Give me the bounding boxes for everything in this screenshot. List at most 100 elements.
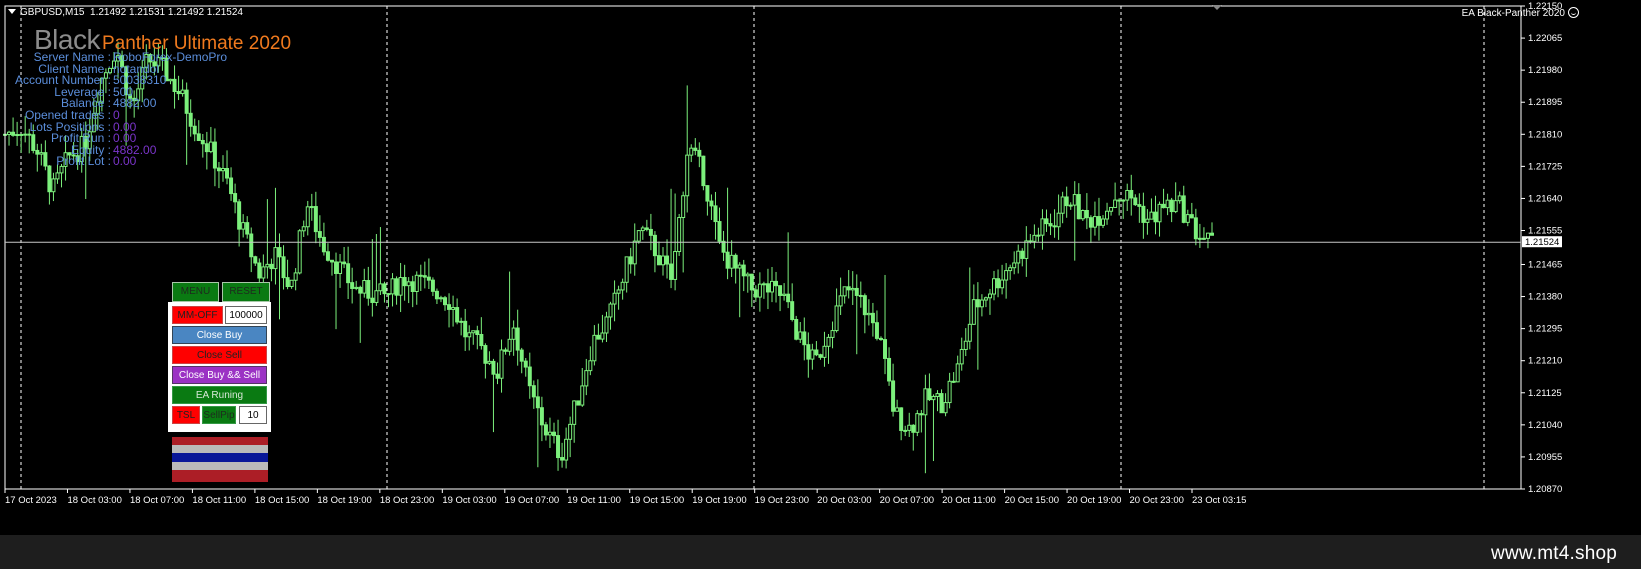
candle-body: [503, 349, 508, 352]
candle-body: [1169, 199, 1174, 213]
smile-icon[interactable]: [1568, 7, 1579, 18]
candle-body: [1153, 211, 1158, 223]
candle-body: [277, 247, 282, 258]
candle-body: [624, 256, 629, 283]
candle-body: [511, 327, 516, 340]
candle-body: [463, 320, 468, 338]
candle-body: [846, 286, 851, 291]
candle-body: [515, 327, 520, 351]
close-buy-button[interactable]: Close Buy: [172, 326, 267, 344]
candle-body: [1189, 214, 1194, 219]
candle-body: [382, 283, 387, 295]
candle-body: [1101, 218, 1106, 226]
close-sell-button[interactable]: Close Sell: [172, 346, 267, 364]
candle-body: [733, 254, 738, 269]
candle-body: [467, 332, 472, 338]
candle-body: [850, 287, 855, 291]
candle-body: [741, 264, 746, 277]
candle-body: [1084, 209, 1089, 219]
candle-body: [774, 280, 779, 287]
candle-body: [588, 360, 593, 372]
candle-body: [1024, 240, 1029, 259]
candle-body: [1205, 232, 1210, 239]
candle-body: [983, 297, 988, 301]
reset-button[interactable]: RESET: [222, 282, 270, 302]
candle-body: [769, 280, 774, 293]
candle-body: [495, 373, 500, 379]
ea-running-button[interactable]: EA Runing: [172, 386, 267, 404]
candle-body: [451, 307, 456, 310]
candle-body: [1181, 195, 1186, 223]
candle-body: [895, 407, 900, 412]
candle-body: [301, 226, 306, 232]
candle-body: [685, 154, 690, 197]
candle-body: [838, 295, 843, 307]
candle-body: [293, 272, 298, 281]
candle-body: [560, 457, 565, 461]
candle-body: [971, 299, 976, 325]
candle-body: [878, 337, 883, 341]
candle-body: [229, 177, 234, 195]
candle-body: [1197, 237, 1202, 240]
candle-body: [1088, 217, 1093, 228]
mm-value-input[interactable]: 100000: [225, 306, 267, 324]
candle-body: [51, 178, 56, 193]
candle-body: [1165, 199, 1170, 209]
candle-body: [1004, 270, 1009, 281]
candle-body: [959, 348, 964, 365]
candle-body: [390, 278, 395, 295]
candle-body: [297, 230, 302, 274]
candle-body: [943, 402, 948, 414]
chart-window[interactable]: 1.22150 1.22065 1.21980 1.21895 1.21810 1.217…: [0, 0, 1641, 535]
candle-body: [1076, 194, 1081, 220]
candle-body: [576, 400, 581, 406]
candle-body: [721, 240, 726, 253]
candle-body: [955, 363, 960, 383]
candle-body: [761, 283, 766, 286]
candle-body: [269, 263, 274, 270]
candle-body: [329, 259, 334, 263]
symbol-header[interactable]: GBPUSD,M15 1.21492 1.21531 1.21492 1.215…: [8, 7, 243, 18]
site-watermark: www.mt4.shop: [1491, 543, 1617, 564]
candle-body: [806, 344, 811, 360]
candle-body: [418, 274, 423, 277]
candle-body: [596, 334, 601, 340]
candle-body: [1016, 250, 1021, 264]
candle-body: [1117, 199, 1122, 202]
candle-body: [891, 380, 896, 412]
candle-body: [636, 230, 641, 242]
time-label: 18 Oct 19:00: [317, 495, 371, 506]
close-buy-sell-button[interactable]: Close Buy && Sell: [172, 366, 267, 384]
candle-body: [818, 354, 823, 358]
candle-body: [406, 281, 411, 287]
candle-body: [1125, 189, 1130, 201]
price-label: 1.21555: [1528, 226, 1562, 237]
time-label: 19 Oct 19:00: [692, 495, 746, 506]
candle-body: [358, 286, 363, 294]
mm-off-button[interactable]: MM-OFF: [172, 306, 223, 324]
sellpip-button[interactable]: SellPip: [202, 406, 236, 424]
tsl-button[interactable]: TSL: [172, 406, 200, 424]
candle-body: [1121, 199, 1126, 202]
candle-body: [398, 277, 403, 296]
time-label: 18 Oct 15:00: [255, 495, 309, 506]
candle-body: [261, 266, 266, 279]
pip-value-input[interactable]: 10: [239, 406, 267, 424]
candle-body: [705, 185, 710, 202]
chart-shift-marker: [1212, 5, 1222, 10]
candle-body: [673, 251, 678, 280]
candle-body: [939, 393, 944, 414]
decorative-stripes: [172, 437, 268, 485]
ea-label[interactable]: EA Black-Panther 2020: [1462, 7, 1579, 19]
candle-body: [887, 357, 892, 382]
candle-body: [245, 222, 250, 235]
candle-body: [600, 332, 605, 340]
candle-body: [1141, 205, 1146, 223]
dropdown-triangle-icon[interactable]: [8, 9, 16, 14]
candle-body: [677, 217, 682, 253]
menu-button[interactable]: MENU: [172, 282, 219, 302]
candle-body: [321, 236, 326, 253]
candle-body: [459, 320, 464, 323]
candle-body: [426, 276, 431, 281]
candle-body: [778, 285, 783, 296]
